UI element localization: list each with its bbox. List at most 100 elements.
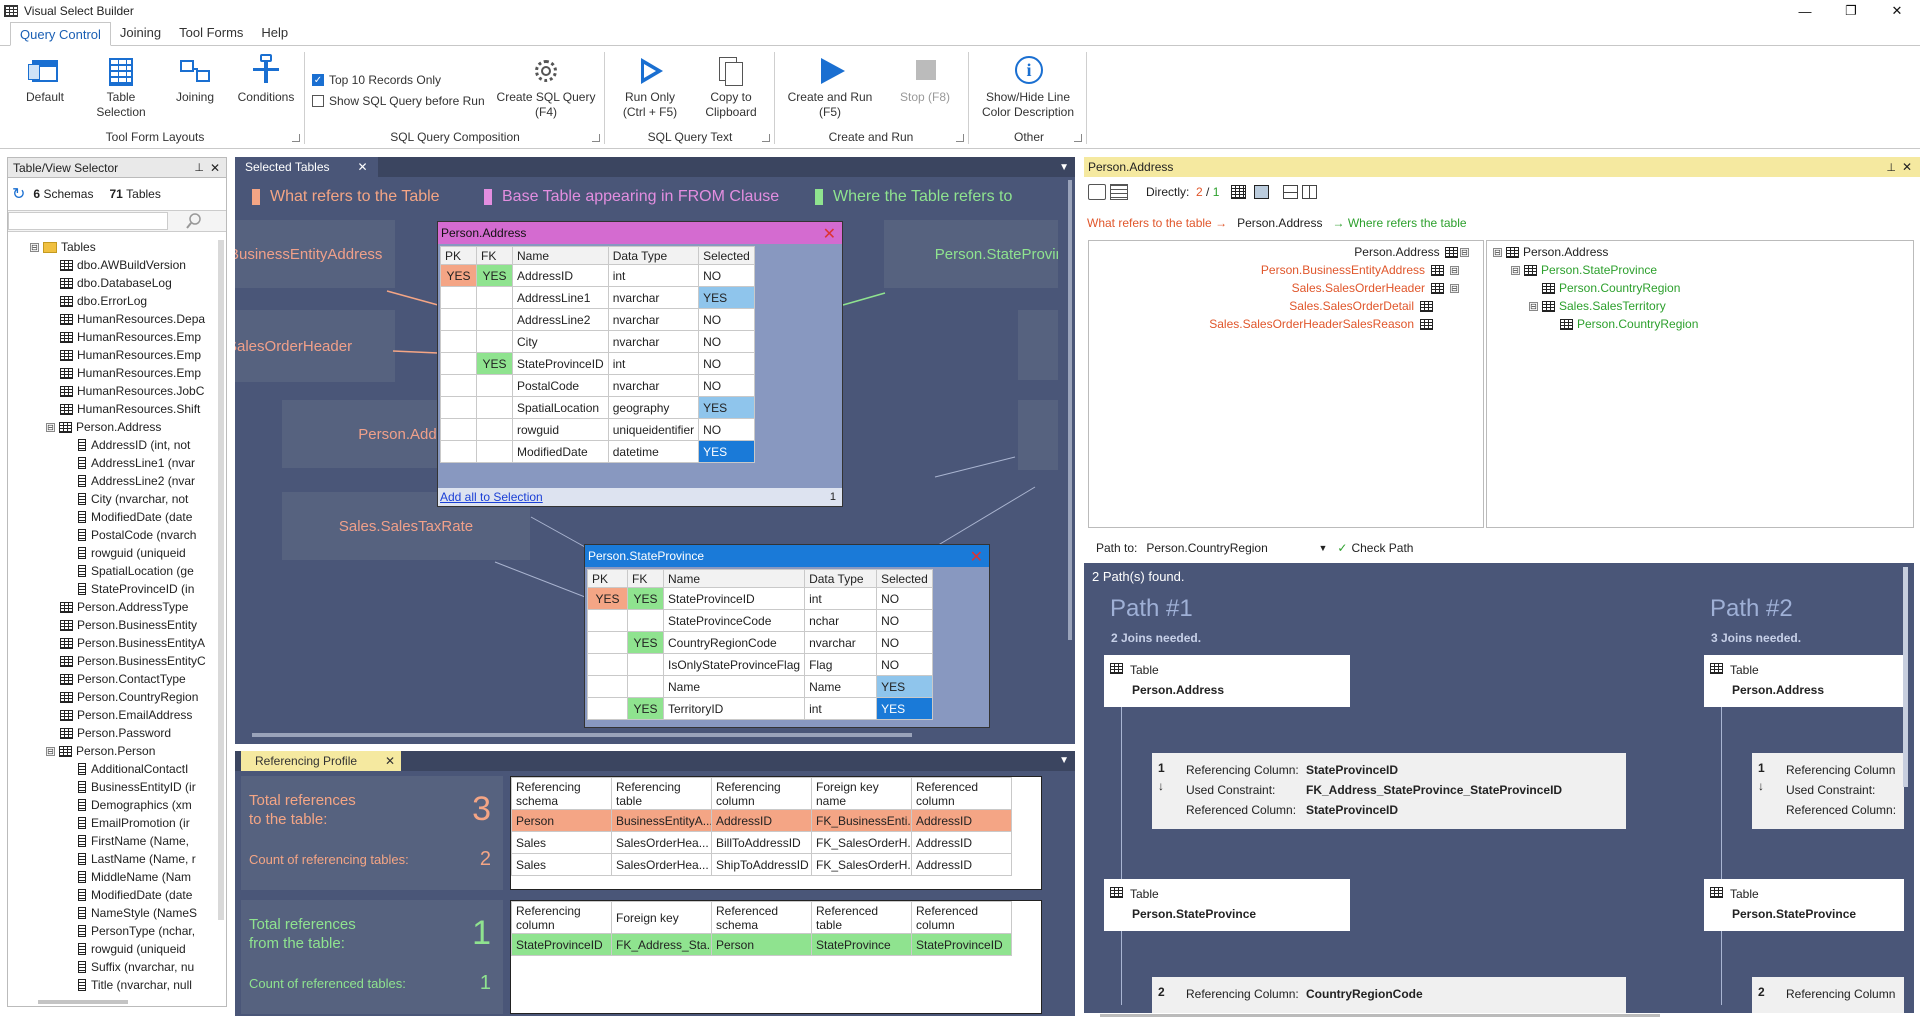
- selected-cell[interactable]: NO: [876, 587, 933, 610]
- ref-cell[interactable]: Sales: [511, 831, 612, 854]
- filter-icon[interactable]: [1088, 184, 1106, 200]
- close-button[interactable]: ✕: [1874, 0, 1920, 22]
- maximize-button[interactable]: ❐: [1828, 0, 1874, 22]
- tree-column-item[interactable]: NameStyle (NameS: [8, 904, 220, 922]
- tree-column-item[interactable]: FirstName (Name,: [8, 832, 220, 850]
- show-hide-line-color-button[interactable]: i Show/Hide Line Color Description: [976, 54, 1080, 120]
- ref-cell[interactable]: FK_SalesOrderH...: [811, 831, 912, 854]
- fk-cell[interactable]: [476, 308, 513, 331]
- table-row[interactable]: Sales SalesOrderHea... BillToAddressID FK_S…: [511, 831, 1012, 854]
- grid-header-cell[interactable]: PK: [440, 246, 477, 265]
- datatype-cell[interactable]: int: [804, 697, 878, 720]
- ref-cell[interactable]: StateProvince: [811, 933, 912, 956]
- layout-icon[interactable]: [1231, 185, 1247, 199]
- add-all-to-selection-link[interactable]: Add all to Selection: [440, 490, 543, 504]
- group-launcher[interactable]: [956, 134, 964, 142]
- name-cell[interactable]: AddressLine1: [512, 286, 609, 309]
- tree-table-item[interactable]: Person.CountryRegion: [8, 688, 220, 706]
- tree-folder-item[interactable]: ⊟ Tables: [8, 238, 220, 256]
- grid-row[interactable]: ModifiedDate datetime YES: [440, 440, 755, 463]
- tree-column-item[interactable]: AddressLine2 (nvar: [8, 472, 220, 490]
- path-2-constraint-2[interactable]: 2 Referencing Column: [1752, 977, 1904, 1013]
- where-refers-tree[interactable]: ⊟ Person.Address ⊟ Person.StateProvince Per…: [1486, 240, 1914, 528]
- tree-column-item[interactable]: EmailPromotion (ir: [8, 814, 220, 832]
- expand-toggle-icon[interactable]: ⊟: [46, 746, 55, 756]
- tree-table-item[interactable]: ⊟ Person.Address: [8, 418, 220, 436]
- paths-hscrollbar[interactable]: [1100, 1014, 1660, 1017]
- tree-table-item[interactable]: HumanResources.Emp: [8, 364, 220, 382]
- tree-table-item[interactable]: Person.EmailAddress: [8, 706, 220, 724]
- pk-cell[interactable]: YES: [440, 264, 477, 287]
- grid-header-cell[interactable]: Selected: [876, 569, 933, 588]
- grid-header-cell[interactable]: PK: [587, 569, 628, 588]
- name-cell[interactable]: StateProvinceCode: [662, 609, 806, 632]
- fk-cell[interactable]: [476, 286, 513, 309]
- fk-cell[interactable]: [476, 418, 513, 441]
- refers-to-tree[interactable]: Person.Address ⊟ Person.BusinessEntityAd…: [1088, 240, 1484, 528]
- ref-cell[interactable]: ShipToAddressID: [711, 853, 812, 876]
- tree-scrollbar[interactable]: [218, 240, 224, 920]
- path-1-card-stateprovince[interactable]: Table Person.StateProvince: [1104, 879, 1350, 931]
- fk-cell[interactable]: YES: [627, 631, 664, 654]
- ref-cell[interactable]: StateProvinceID: [511, 933, 612, 956]
- ref-cell[interactable]: SalesOrderHea...: [611, 853, 712, 876]
- tree-table-item[interactable]: HumanResources.Depa: [8, 310, 220, 328]
- grid-row[interactable]: YES YES StateProvinceID int NO: [587, 587, 933, 610]
- grid-header-cell[interactable]: Data Type: [804, 569, 878, 588]
- tree-table-item[interactable]: Person.AddressType: [8, 598, 220, 616]
- minimize-button[interactable]: —: [1782, 0, 1828, 22]
- selected-cell[interactable]: NO: [698, 352, 755, 375]
- name-cell[interactable]: PostalCode: [512, 374, 609, 397]
- datatype-cell[interactable]: geography: [607, 396, 700, 419]
- ref-cell[interactable]: FK_SalesOrderH...: [811, 853, 912, 876]
- referenced-tree-item[interactable]: ⊟ Person.StateProvince: [1511, 263, 1657, 277]
- selected-cell[interactable]: YES: [698, 396, 755, 419]
- fk-cell[interactable]: [627, 653, 664, 676]
- tree-table-item[interactable]: Person.Password: [8, 724, 220, 742]
- grid-row[interactable]: AddressLine1 nvarchar YES: [440, 286, 755, 309]
- datatype-cell[interactable]: int: [607, 352, 700, 375]
- path-to-select[interactable]: Person.CountryRegion ▼: [1143, 538, 1329, 558]
- name-cell[interactable]: AddressID: [512, 264, 609, 287]
- referenced-tree-item[interactable]: ⊟ Sales.SalesTerritory: [1529, 299, 1666, 313]
- grid-row[interactable]: PostalCode nvarchar NO: [440, 374, 755, 397]
- tree-hscrollbar[interactable]: [38, 1000, 128, 1004]
- tree-column-item[interactable]: PostalCode (nvarch: [8, 526, 220, 544]
- tab-query-control[interactable]: Query Control: [10, 22, 111, 46]
- referencing-tree-item[interactable]: Sales.SalesOrderHeaderSalesReason: [1209, 317, 1437, 331]
- ref-header-cell[interactable]: Referencing table: [611, 777, 712, 810]
- name-cell[interactable]: City: [512, 330, 609, 353]
- ref-header-cell[interactable]: Referenced column: [911, 901, 1012, 934]
- conditions-button[interactable]: Conditions: [236, 54, 296, 105]
- split-vertical-icon[interactable]: [1302, 185, 1318, 199]
- pk-cell[interactable]: [440, 440, 477, 463]
- datatype-cell[interactable]: datetime: [607, 440, 700, 463]
- tree-table-item[interactable]: Person.BusinessEntityC: [8, 652, 220, 670]
- address-window-title[interactable]: Person.Address ✕: [438, 222, 842, 244]
- grid-row[interactable]: YES TerritoryID int YES: [587, 697, 933, 720]
- tree-column-item[interactable]: Demographics (xm: [8, 796, 220, 814]
- grid-header-cell[interactable]: FK: [476, 246, 513, 265]
- datatype-cell[interactable]: int: [607, 264, 700, 287]
- pk-cell[interactable]: [440, 286, 477, 309]
- tree-column-item[interactable]: ModifiedDate (date: [8, 886, 220, 904]
- path-1-constraint-2[interactable]: 2 Referencing Column: CountryRegionCode: [1152, 977, 1626, 1013]
- tree-table-item[interactable]: dbo.AWBuildVersion: [8, 256, 220, 274]
- pk-cell[interactable]: [440, 418, 477, 441]
- top10-checkbox[interactable]: ✓ Top 10 Records Only: [312, 73, 441, 87]
- tree-column-item[interactable]: AddressLine1 (nvar: [8, 454, 220, 472]
- selected-cell[interactable]: NO: [876, 631, 933, 654]
- pk-cell[interactable]: [440, 330, 477, 353]
- tree-table-item[interactable]: HumanResources.Shift: [8, 400, 220, 418]
- name-cell[interactable]: AddressLine2: [512, 308, 609, 331]
- tree-column-item[interactable]: Title (nvarchar, null: [8, 976, 220, 994]
- group-launcher[interactable]: [1074, 134, 1082, 142]
- selected-cell[interactable]: YES: [876, 675, 933, 698]
- referenced-tree-item[interactable]: Person.CountryRegion: [1529, 281, 1680, 295]
- ref-cell[interactable]: Sales: [511, 853, 612, 876]
- name-cell[interactable]: SpatialLocation: [512, 396, 609, 419]
- pk-cell[interactable]: [587, 631, 628, 654]
- tab-joining[interactable]: Joining: [111, 21, 170, 45]
- ref-cell[interactable]: FK_Address_Sta...: [611, 933, 712, 956]
- tree-table-item[interactable]: dbo.ErrorLog: [8, 292, 220, 310]
